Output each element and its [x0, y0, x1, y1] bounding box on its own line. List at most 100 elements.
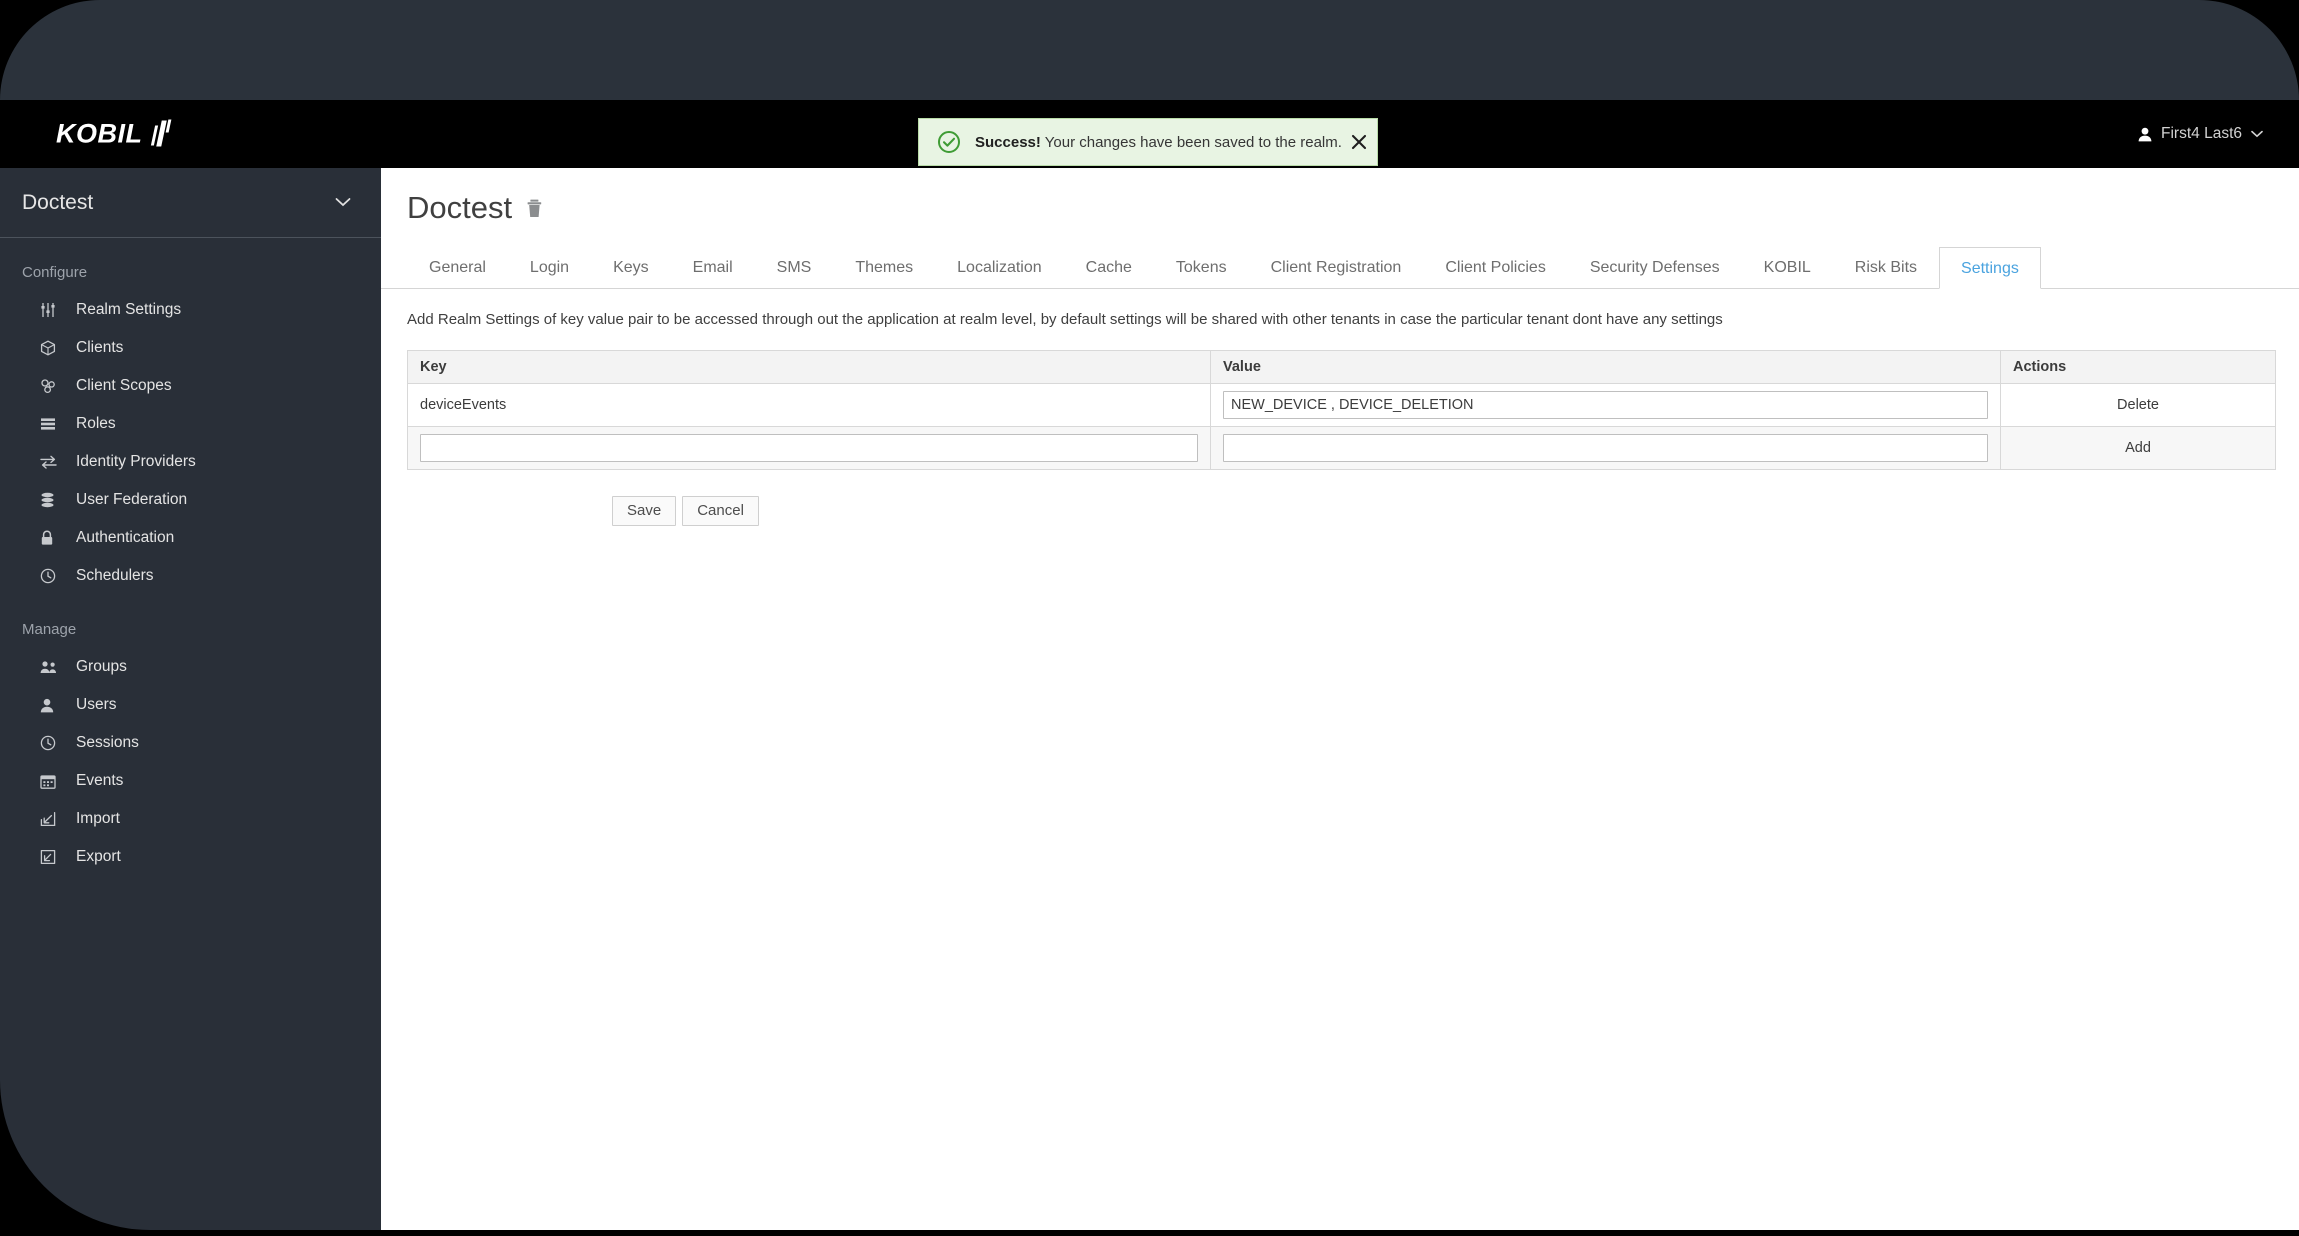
alert-message: Success! Your changes have been saved to… [975, 134, 1342, 151]
lock-icon [40, 530, 66, 546]
sidebar-item-sessions[interactable]: Sessions [0, 724, 381, 762]
sidebar-item-label: Clients [76, 339, 124, 356]
tab-risk-bits[interactable]: Risk Bits [1833, 246, 1939, 288]
sliders-icon [40, 302, 66, 318]
sidebar-section-configure-label: Configure [22, 264, 88, 281]
cubes-icon [40, 378, 66, 394]
window-top-band [0, 0, 2299, 100]
tab-kobil[interactable]: KOBIL [1742, 246, 1833, 288]
tab-keys[interactable]: Keys [591, 246, 671, 288]
tab-cache[interactable]: Cache [1064, 246, 1154, 288]
sidebar-item-events[interactable]: Events [0, 762, 381, 800]
tab-client-registration[interactable]: Client Registration [1249, 246, 1424, 288]
close-icon[interactable] [1350, 133, 1368, 151]
alert-strong: Success! [975, 133, 1041, 151]
page-header: Doctest [381, 168, 2299, 226]
page-title: Doctest [407, 190, 513, 225]
sidebar-item-label: Client Scopes [76, 377, 172, 394]
settings-table-container: Key Value Actions deviceEvents Delete [381, 328, 2299, 470]
table-head: Key Value Actions [407, 350, 2276, 384]
delete-link[interactable]: Delete [2117, 397, 2159, 413]
sidebar-item-import[interactable]: Import [0, 800, 381, 838]
clock-icon [40, 568, 66, 584]
tab-email[interactable]: Email [671, 246, 755, 288]
list-bars-icon [40, 417, 66, 431]
form-actions: Save Cancel [381, 470, 2299, 526]
success-alert: Success! Your changes have been saved to… [918, 118, 1378, 166]
tab-themes[interactable]: Themes [833, 246, 935, 288]
sidebar-item-label: Events [76, 772, 124, 789]
realm-selector[interactable]: Doctest [0, 168, 381, 238]
column-header-key: Key [407, 350, 1211, 384]
sidebar-item-roles[interactable]: Roles [0, 405, 381, 443]
cell-actions: Delete [2000, 383, 2276, 427]
tab-tokens[interactable]: Tokens [1154, 246, 1249, 288]
sidebar-item-label: Users [76, 696, 117, 713]
sidebar-item-label: Groups [76, 658, 127, 675]
trash-icon[interactable] [526, 199, 543, 218]
user-menu[interactable]: First4 Last6 [2138, 125, 2263, 143]
kobil-logo[interactable]: KOBIL [56, 119, 173, 150]
database-icon [40, 492, 66, 508]
sidebar-item-label: Realm Settings [76, 301, 182, 318]
sidebar-item-realm-settings[interactable]: Realm Settings [0, 291, 381, 329]
tab-localization[interactable]: Localization [935, 246, 1064, 288]
column-header-actions: Actions [2000, 350, 2276, 384]
sidebar-item-label: Import [76, 810, 120, 827]
table-body: deviceEvents Delete [407, 383, 2276, 470]
calendar-icon [40, 774, 66, 789]
sidebar-item-clients[interactable]: Clients [0, 329, 381, 367]
section-description: Add Realm Settings of key value pair to … [407, 311, 1723, 328]
tab-general[interactable]: General [407, 246, 508, 288]
add-link[interactable]: Add [2125, 440, 2151, 456]
realm-selector-label: Doctest [22, 190, 94, 214]
cell-key: deviceEvents [407, 383, 1211, 427]
sidebar-item-identity-providers[interactable]: Identity Providers [0, 443, 381, 481]
cube-icon [40, 340, 66, 356]
cell-value [1210, 383, 2001, 427]
sidebar-item-label: Identity Providers [76, 453, 196, 470]
save-button[interactable]: Save [612, 496, 677, 526]
sidebar-item-label: Export [76, 848, 121, 865]
tab-sms[interactable]: SMS [755, 246, 834, 288]
brand-bars-icon [150, 119, 173, 149]
users-group-icon [40, 660, 66, 674]
export-arrow-icon [40, 849, 66, 865]
window-frame: KOBIL First4 Last6 Success! Your changes… [0, 0, 2299, 1236]
value-input-new-row[interactable] [1223, 434, 1988, 462]
table-header-row: Key Value Actions [407, 350, 2276, 384]
table-row: deviceEvents Delete [407, 383, 2276, 427]
sidebar-item-schedulers[interactable]: Schedulers [0, 557, 381, 595]
table-row: Add [407, 426, 2276, 470]
tab-security-defenses[interactable]: Security Defenses [1568, 246, 1742, 288]
value-input-row-1[interactable] [1223, 391, 1988, 419]
main-content: Doctest General Login Keys Email SMS The… [381, 168, 2299, 1230]
sidebar-item-label: User Federation [76, 491, 188, 508]
cancel-button[interactable]: Cancel [682, 496, 759, 526]
sidebar: Doctest Configure Realm Settings Clients… [0, 168, 381, 1230]
key-input-new-row[interactable] [420, 434, 1198, 462]
tab-client-policies[interactable]: Client Policies [1423, 246, 1567, 288]
chevron-down-icon [335, 194, 351, 212]
chevron-down-icon [2251, 130, 2263, 138]
clock-icon [40, 735, 66, 751]
sidebar-item-label: Schedulers [76, 567, 154, 584]
sidebar-item-client-scopes[interactable]: Client Scopes [0, 367, 381, 405]
tab-login[interactable]: Login [508, 246, 591, 288]
user-menu-label: First4 Last6 [2161, 125, 2242, 142]
import-arrow-icon [40, 811, 66, 827]
sidebar-item-users[interactable]: Users [0, 686, 381, 724]
sidebar-section-manage-label: Manage [22, 621, 77, 638]
cell-actions: Add [2000, 426, 2276, 470]
settings-table: Key Value Actions deviceEvents Delete [407, 350, 2276, 470]
sidebar-item-user-federation[interactable]: User Federation [0, 481, 381, 519]
exchange-arrows-icon [40, 455, 66, 469]
tab-bar: General Login Keys Email SMS Themes Loca… [381, 246, 2299, 289]
alert-body: Your changes have been saved to the real… [1040, 133, 1342, 151]
sidebar-item-groups[interactable]: Groups [0, 648, 381, 686]
sidebar-item-label: Sessions [76, 734, 139, 751]
tab-settings[interactable]: Settings [1939, 247, 2041, 289]
sidebar-item-export[interactable]: Export [0, 838, 381, 876]
user-icon [2138, 127, 2152, 142]
sidebar-item-authentication[interactable]: Authentication [0, 519, 381, 557]
